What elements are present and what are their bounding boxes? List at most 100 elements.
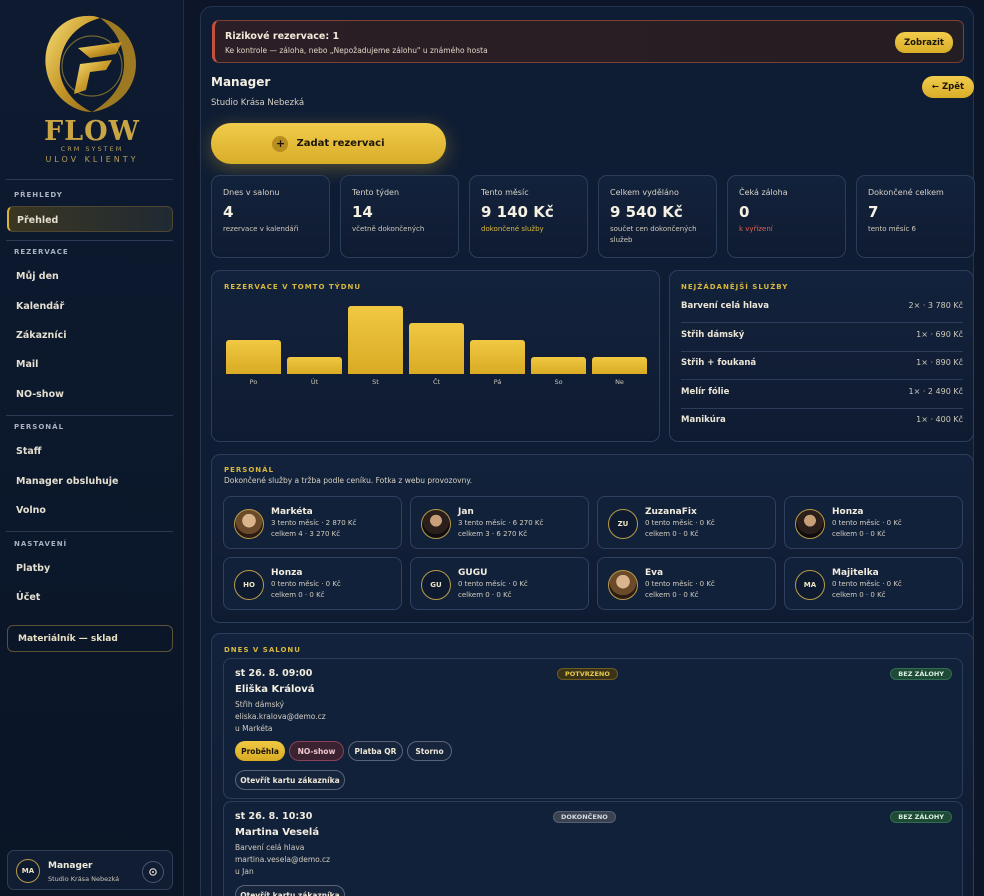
chart-bar (531, 357, 586, 374)
page-title: Manager (211, 75, 271, 89)
sidebar-item-mail[interactable]: Mail (16, 359, 38, 370)
staff-name: Markéta (271, 507, 313, 517)
service-name: Střih dámský (681, 329, 745, 340)
section-prehledy: PŘEHLEDY (14, 191, 63, 199)
action-storno-button[interactable]: Storno (407, 741, 452, 761)
open-customer-card-button[interactable]: Otevřít kartu zákazníka (235, 885, 345, 896)
chart-tick-label: Čt (432, 378, 441, 386)
staff-photo (234, 509, 264, 539)
stat-value: 0 (739, 203, 750, 221)
staff-member-card[interactable]: Markéta 3 tento měsíc · 2 870 Kč celkem 4 … (223, 496, 402, 549)
staff-month-stat: 0 tento měsíc · 0 Kč (645, 580, 715, 588)
staff-month-stat: 0 tento měsíc · 0 Kč (645, 519, 715, 527)
staff-total-stat: celkem 0 · 0 Kč (271, 591, 325, 599)
staff-avatar: HO (234, 570, 264, 600)
app: FLOW CRM SYSTEM ULOV KLIENTY PŘEHLEDY Př… (0, 0, 984, 896)
staff-month-stat: 0 tento měsíc · 0 Kč (832, 580, 902, 588)
material-button[interactable]: Materiálník — sklad (7, 625, 173, 652)
staff-month-stat: 0 tento měsíc · 0 Kč (458, 580, 528, 588)
staff-photo (795, 509, 825, 539)
action-prob-hla-button[interactable]: Proběhla (235, 741, 285, 761)
week-chart-title: REZERVACE V TOMTO TÝDNU (224, 283, 362, 291)
divider (6, 240, 173, 241)
status-badge: DOKONČENO (553, 811, 616, 823)
today-title: DNES V SALONU (224, 646, 301, 654)
reservation-client: Martina Veselá (235, 827, 320, 838)
staff-card: PERSONÁL Dokončené služby a tržba podle … (211, 454, 974, 623)
action-no-show-button[interactable]: NO-show (289, 741, 344, 761)
sidebar-item-kalendar[interactable]: Kalendář (16, 301, 64, 312)
page-subtitle: Studio Krása Nebezká (211, 98, 305, 108)
staff-name: GUGU (458, 568, 488, 578)
reservation-service: Barvení celá hlava (235, 843, 305, 852)
stat-sub: včetně dokončených (352, 225, 425, 233)
staff-month-stat: 3 tento měsíc · 6 270 Kč (458, 519, 544, 527)
deposit-badge: BEZ ZÁLOHY (890, 811, 952, 823)
service-name: Barvení celá hlava (681, 301, 770, 311)
stat-label: Dokončené celkem (868, 188, 944, 197)
service-info: 1× · 2 490 Kč (908, 386, 963, 396)
sidebar-item-staff[interactable]: Staff (16, 446, 42, 457)
staff-member-card[interactable]: ZU ZuzanaFix 0 tento měsíc · 0 Kč celkem 0 … (597, 496, 776, 549)
user-box[interactable]: MA Manager Studio Krása Nebezká (7, 850, 173, 890)
stat-card: Čeká záloha 0 k vyřízení (727, 175, 846, 258)
service-info: 1× · 400 Kč (916, 415, 963, 424)
service-row: Barvení celá hlava 2× · 3 780 Kč (681, 295, 963, 323)
chart-tick-label: Po (249, 378, 258, 386)
plus-icon: + (272, 135, 289, 152)
add-reservation-button[interactable]: + Zadat rezervaci (211, 123, 446, 164)
staff-month-stat: 0 tento měsíc · 0 Kč (832, 519, 902, 527)
chart-bar (592, 357, 647, 374)
staff-member-card[interactable]: Honza 0 tento měsíc · 0 Kč celkem 0 · 0 Kč (784, 496, 963, 549)
sidebar-item-zakaznici[interactable]: Zákazníci (16, 330, 66, 341)
alert-text: Ke kontrole — záloha, nebo „Nepožadujeme… (225, 46, 488, 55)
staff-photo (608, 570, 638, 600)
action-platba-qr-button[interactable]: Platba QR (348, 741, 403, 761)
staff-total-stat: celkem 0 · 0 Kč (458, 591, 512, 599)
reservation-client: Eliška Králová (235, 684, 315, 695)
staff-member-card[interactable]: HO Honza 0 tento měsíc · 0 Kč celkem 0 · 0 … (223, 557, 402, 610)
open-customer-card-button[interactable]: Otevřít kartu zákazníka (235, 770, 345, 790)
sidebar-item-prehled[interactable]: Přehled (7, 206, 173, 232)
top-services-title: NEJŽÁDANĚJŠÍ SLUŽBY (681, 283, 789, 291)
sidebar-item-manager-obsluhuje[interactable]: Manager obsluhuje (16, 476, 119, 487)
sidebar-item-volno[interactable]: Volno (16, 505, 46, 516)
brand-logo[interactable]: FLOW CRM SYSTEM ULOV KLIENTY (0, 8, 184, 170)
stat-card: Celkem vyděláno 9 540 Kč součet cen dokonč… (598, 175, 717, 258)
deposit-badge: BEZ ZÁLOHY (890, 668, 952, 680)
service-info: 1× · 690 Kč (916, 329, 963, 339)
reservation-staff: u Markéta (235, 724, 273, 733)
stat-card: Tento týden 14 včetně dokončených (340, 175, 459, 258)
sidebar-item-platby[interactable]: Platby (16, 563, 50, 574)
staff-month-stat: 3 tento měsíc · 2 870 Kč (271, 519, 357, 527)
staff-member-card[interactable]: Jan 3 tento měsíc · 6 270 Kč celkem 3 · 6 … (410, 496, 589, 549)
status-badge: POTVRZENO (557, 668, 618, 680)
sidebar-item-ucet[interactable]: Účet (16, 592, 40, 603)
back-button[interactable]: ← Zpět (922, 76, 974, 98)
sidebar-item-no-show[interactable]: NO-show (16, 389, 64, 400)
alert-show-button[interactable]: Zobrazit (895, 32, 953, 53)
chart-tick-label: Ne (615, 378, 624, 386)
stat-sub: součet cen dokončených služeb (610, 225, 697, 244)
staff-name: Eva (645, 568, 664, 578)
staff-member-card[interactable]: MA Majitelka 0 tento měsíc · 0 Kč celkem 0 … (784, 557, 963, 610)
staff-name: Majitelka (832, 568, 879, 578)
sidebar-item-muj-den[interactable]: Můj den (16, 271, 59, 282)
staff-member-card[interactable]: Eva 0 tento měsíc · 0 Kč celkem 0 · 0 Kč (597, 557, 776, 610)
staff-avatar: GU (421, 570, 451, 600)
user-settings-button[interactable] (142, 861, 164, 883)
service-name: Střih + foukaná (681, 358, 757, 368)
service-row: Střih + foukaná 1× · 890 Kč (681, 352, 963, 380)
reservation-email: eliska.kralova@demo.cz (235, 712, 326, 721)
staff-total-stat: celkem 0 · 0 Kč (645, 591, 699, 599)
stat-label: Dnes v salonu (223, 188, 280, 197)
staff-member-card[interactable]: GU GUGU 0 tento měsíc · 0 Kč celkem 0 · 0 K… (410, 557, 589, 610)
week-chart-card: REZERVACE V TOMTO TÝDNU Po Út St Čt Pá So Ne (211, 270, 660, 442)
alert-title: Rizikové rezervace: 1 (225, 31, 340, 42)
reservation-time: st 26. 8. 09:00 (235, 668, 313, 679)
stat-card: Dnes v salonu 4 rezervace v kalendáři (211, 175, 330, 258)
divider (6, 179, 173, 180)
staff-avatar: MA (795, 570, 825, 600)
stat-label: Tento měsíc (481, 188, 529, 197)
service-row: Melír fólie 1× · 2 490 Kč (681, 381, 963, 409)
